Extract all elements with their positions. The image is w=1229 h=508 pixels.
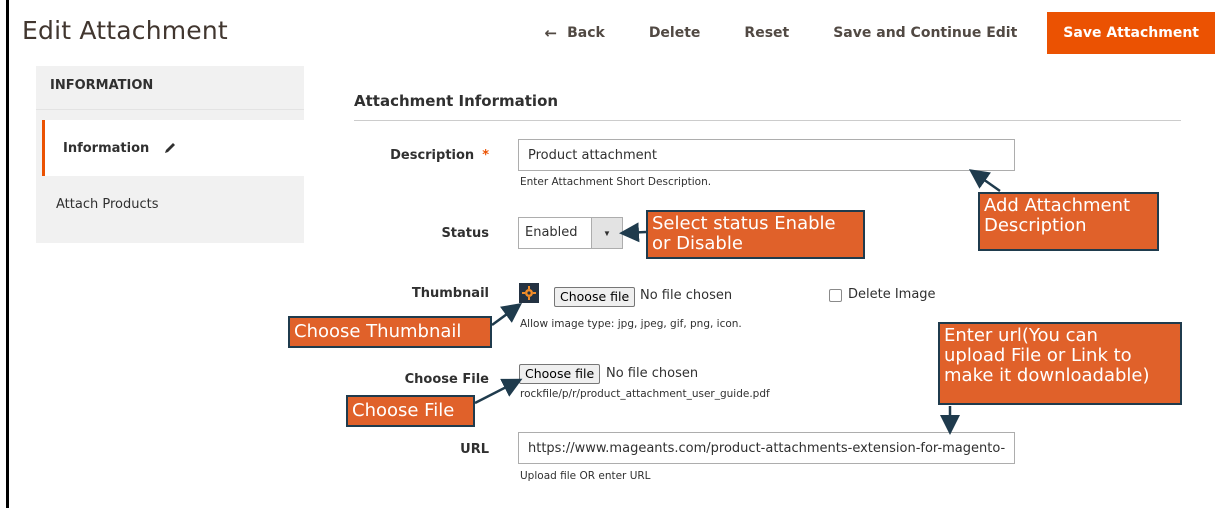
thumbnail-file-status: No file chosen: [640, 288, 733, 303]
back-button[interactable]: ← Back: [523, 12, 627, 54]
reset-button[interactable]: Reset: [722, 12, 811, 54]
url-note: Upload file OR enter URL: [520, 470, 651, 482]
description-input[interactable]: [518, 139, 1015, 171]
save-and-continue-button[interactable]: Save and Continue Edit: [811, 12, 1039, 54]
delete-image-checkbox[interactable]: [829, 289, 842, 302]
thumbnail-preview: [519, 283, 539, 303]
description-label: Description *: [390, 148, 489, 163]
description-note: Enter Attachment Short Description.: [520, 176, 712, 188]
delete-image-label: Delete Image: [848, 287, 936, 302]
save-attachment-button[interactable]: Save Attachment: [1047, 12, 1215, 54]
callout-file: Choose File: [346, 395, 475, 427]
thumbnail-label: Thumbnail: [411, 286, 489, 301]
thumbnail-note: Allow image type: jpg, jpeg, gif, png, i…: [520, 318, 742, 330]
attachment-choose-file-button[interactable]: Choose file: [519, 364, 601, 384]
attachment-file-status: No file chosen: [606, 366, 699, 381]
thumbnail-choose-file-button[interactable]: Choose file: [554, 287, 636, 307]
arrow-to-description: [968, 169, 1001, 193]
status-value: Enabled: [525, 225, 578, 240]
fieldset-title: Attachment Information: [354, 92, 559, 110]
callout-description: Add Attachment Description: [978, 192, 1159, 251]
url-label: URL: [460, 442, 489, 457]
header-actions: ← Back Delete Reset Save and Continue Ed…: [523, 12, 1215, 54]
description-label-text: Description: [390, 148, 475, 163]
delete-button[interactable]: Delete: [627, 12, 723, 54]
fieldset-divider: [354, 120, 1181, 121]
tab-attach-products[interactable]: Attach Products: [36, 176, 304, 232]
status-select[interactable]: Enabled ▼: [518, 217, 623, 249]
sidebar-heading: INFORMATION: [36, 66, 304, 110]
callout-status: Select status Enable or Disable: [646, 210, 865, 259]
tab-information-label: Information: [63, 140, 150, 156]
back-label: Back: [567, 25, 605, 41]
arrow-to-status: [619, 222, 647, 243]
thumbnail-image-icon: [522, 286, 536, 300]
pencil-icon: [165, 143, 176, 153]
tab-information[interactable]: Information: [42, 120, 304, 176]
callout-thumbnail: Choose Thumbnail: [288, 316, 492, 348]
choose-file-label: Choose File: [404, 372, 489, 387]
attachment-file-path: rockfile/p/r/product_attachment_user_gui…: [520, 388, 770, 400]
sidebar-tabs: INFORMATION Information Attach Products: [36, 66, 304, 243]
arrow-left-icon: ←: [544, 24, 558, 42]
admin-edge-bar: [6, 0, 9, 508]
caret-down-icon: ▼: [591, 218, 622, 248]
status-label: Status: [441, 226, 489, 241]
url-input[interactable]: [518, 432, 1015, 464]
callout-url: Enter url(You can upload File or Link to…: [938, 322, 1182, 405]
arrow-to-thumbnail: [491, 303, 523, 327]
page-title: Edit Attachment: [22, 16, 228, 45]
required-mark: *: [482, 148, 489, 163]
tab-attach-products-label: Attach Products: [56, 196, 159, 212]
